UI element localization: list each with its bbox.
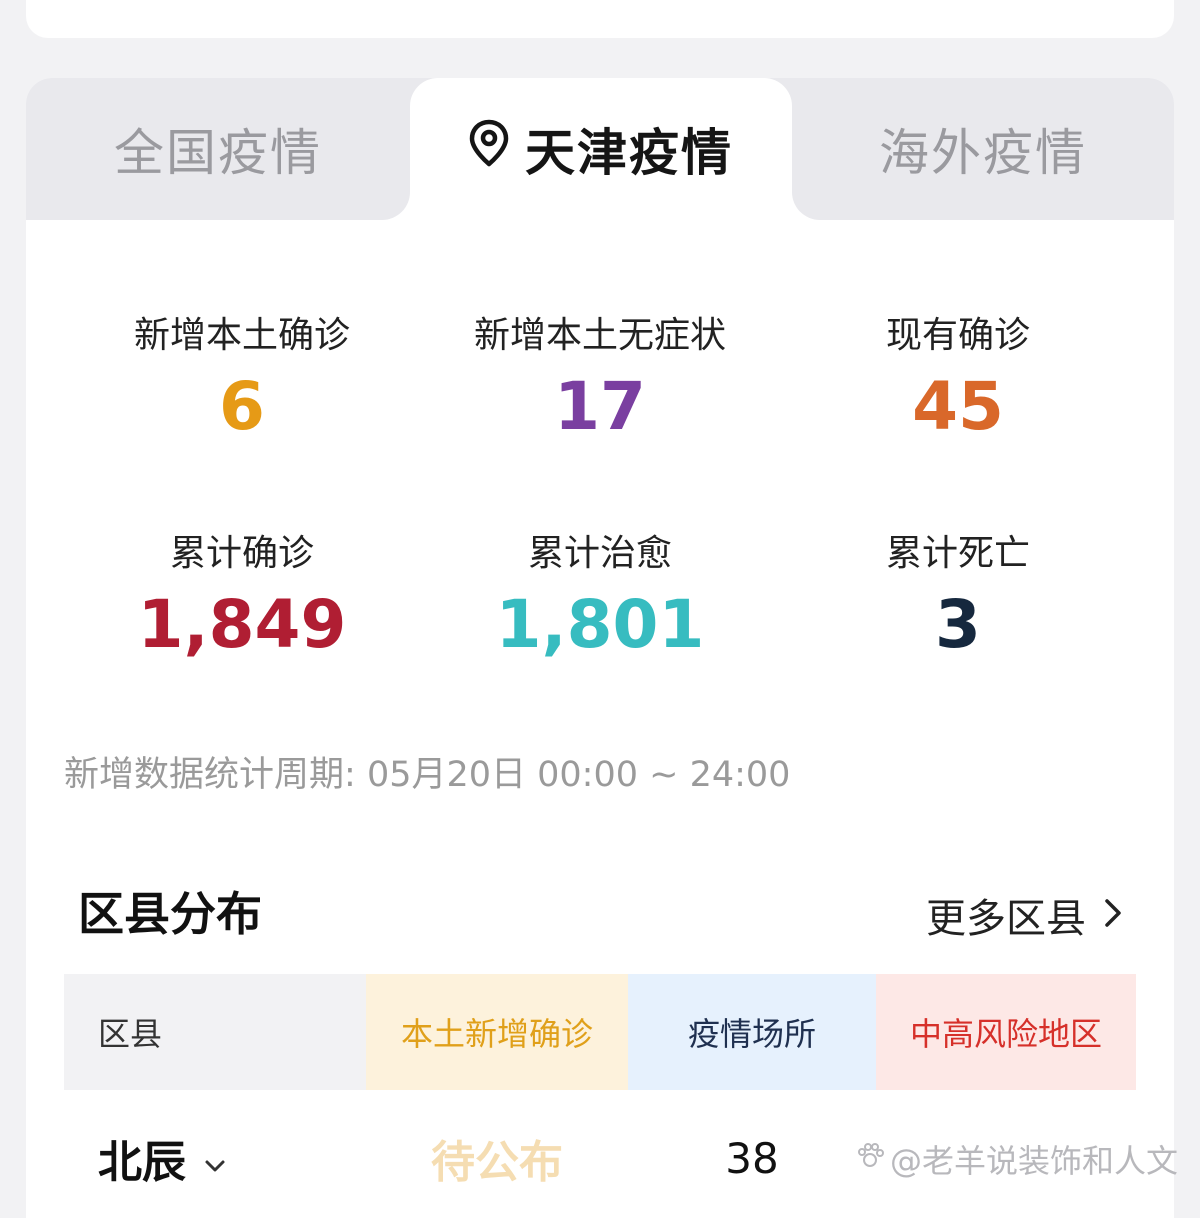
new-confirmed-cell: 待公布 [431,1137,563,1188]
watermark-text: @老羊说装饰和人文 [889,1142,1178,1180]
places-cell: 38 [725,1133,779,1183]
stat-value: 6 [219,368,265,445]
more-districts-label: 更多区县 [926,896,1086,942]
location-pin-icon [469,119,509,179]
district-name: 北辰 [98,1137,186,1188]
header-new-confirmed: 本土新增确诊 [366,974,628,1090]
tab-tianjin[interactable]: 天津疫情 [410,78,792,220]
stat-label: 累计死亡 [885,533,1030,574]
stat-value: 1,849 [137,586,347,663]
period-label: 新增数据统计周期: [64,755,356,795]
chevron-right-icon [1104,892,1122,938]
district-section-title: 区县分布 [78,887,262,941]
district-table-header: 区县 本土新增确诊 疫情场所 中高风险地区 [64,974,1136,1090]
chevron-down-icon [204,1133,226,1184]
stat-label: 累计确诊 [169,533,314,574]
stat-current-confirmed: 现有确诊 45 [778,306,1138,446]
tab-national-label: 全国疫情 [114,124,322,182]
stat-label: 新增本土确诊 [133,315,350,356]
region-tabbar: 全国疫情 天津疫情 海外疫情 [26,78,1174,220]
period-range: 05月20日 00:00 ~ 24:00 [366,755,791,795]
tab-overseas[interactable]: 海外疫情 [792,78,1174,220]
stat-label: 新增本土无症状 [473,315,726,356]
stat-total-confirmed: 累计确诊 1,849 [62,524,422,664]
watermark: @老羊说装饰和人文 [856,1136,1178,1182]
stat-total-deaths: 累计死亡 3 [778,524,1138,664]
header-places: 疫情场所 [628,974,876,1090]
stat-label: 累计治愈 [527,533,672,574]
epidemic-card: 全国疫情 天津疫情 海外疫情 新增本土确诊 6 新增本土无症状 17 现有确诊 … [26,78,1174,1218]
stat-value: 3 [935,586,981,663]
stat-value: 1,801 [495,586,705,663]
tab-tianjin-label: 天津疫情 [525,124,733,182]
stat-new-local-asymptomatic: 新增本土无症状 17 [420,306,780,446]
top-card [26,0,1174,38]
stats-period: 新增数据统计周期: 05月20日 00:00 ~ 24:00 [64,746,790,797]
stat-new-local-confirmed: 新增本土确诊 6 [62,306,422,446]
more-districts-link[interactable]: 更多区县 [926,886,1122,944]
header-district: 区县 [64,974,366,1090]
stat-value: 45 [912,368,1004,445]
tab-overseas-label: 海外疫情 [879,124,1087,182]
stat-total-recovered: 累计治愈 1,801 [420,524,780,664]
header-risk-areas: 中高风险地区 [876,974,1136,1090]
paw-icon [856,1140,884,1178]
tab-national[interactable]: 全国疫情 [26,78,410,220]
stat-value: 17 [554,368,646,445]
stat-label: 现有确诊 [885,315,1030,356]
district-cell[interactable]: 北辰 [64,1126,366,1190]
